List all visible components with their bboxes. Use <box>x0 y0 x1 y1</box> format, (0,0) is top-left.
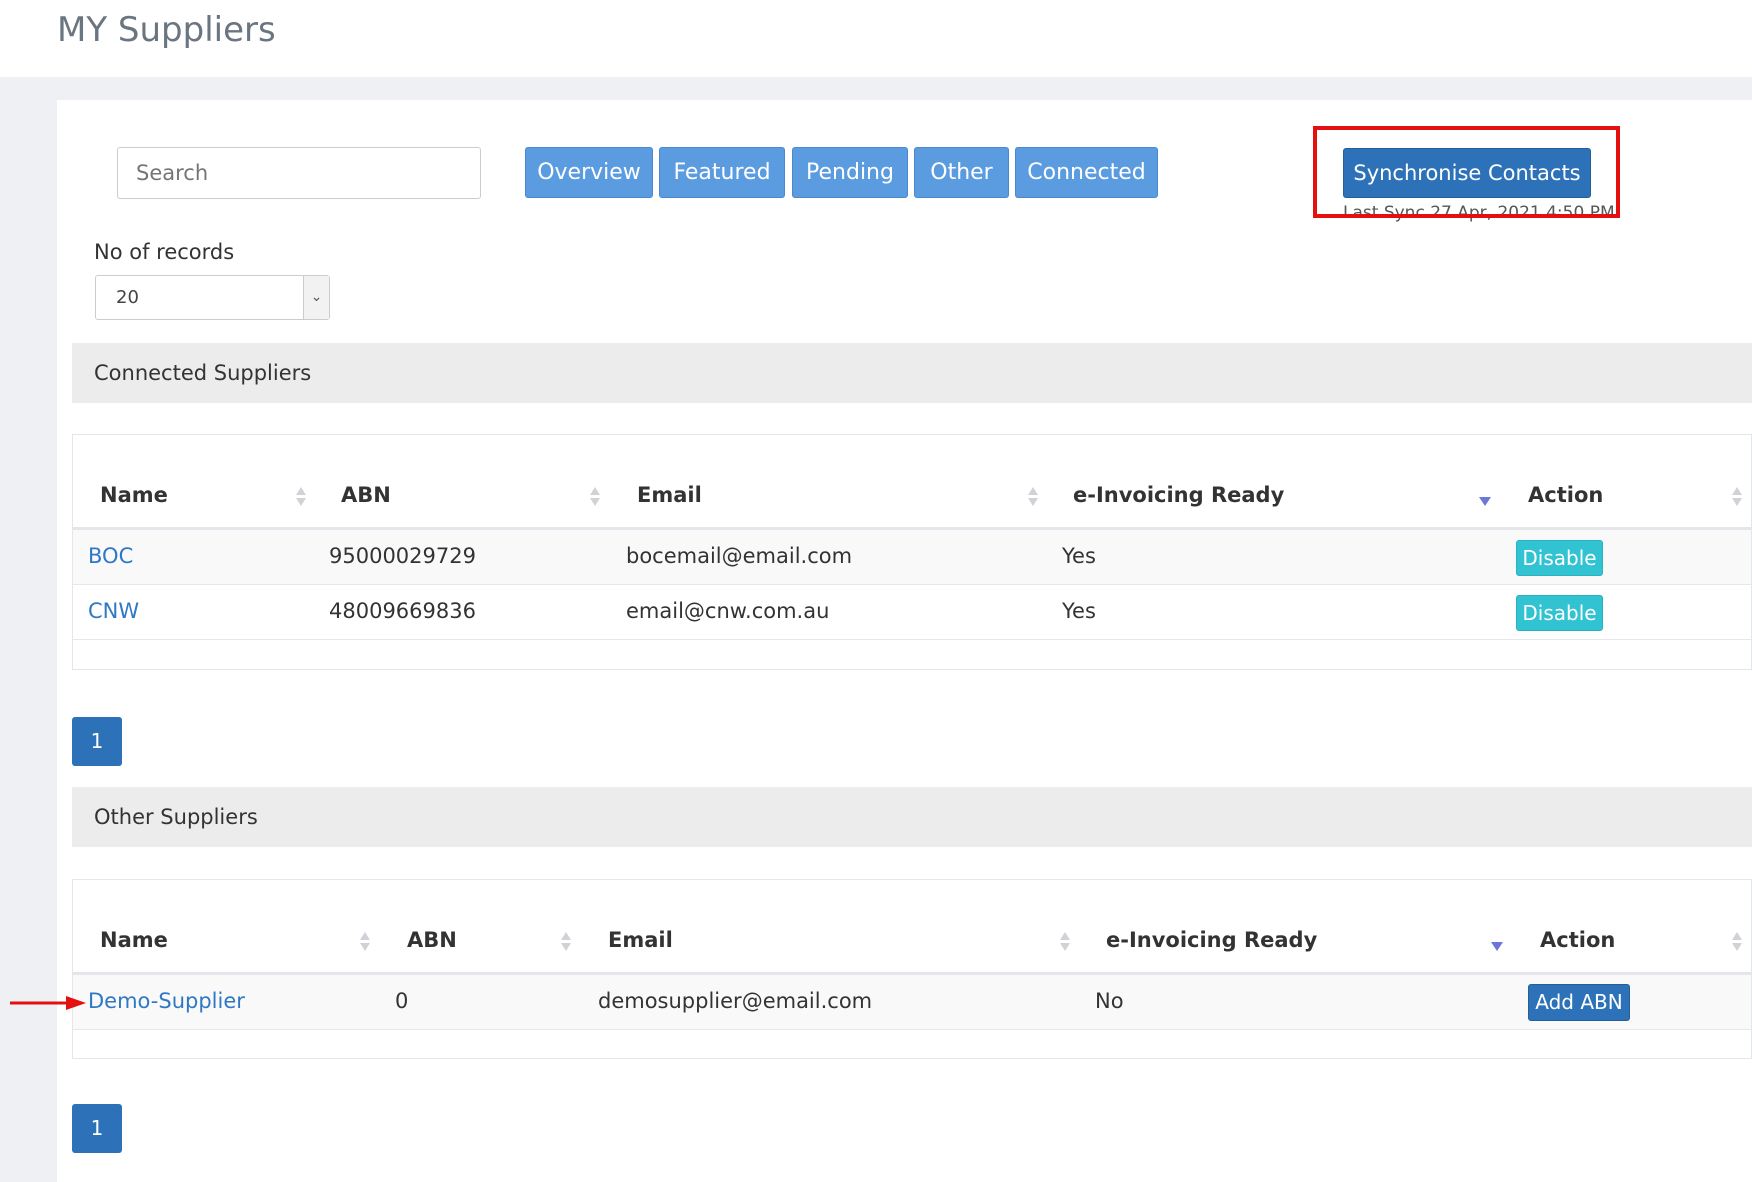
tab-pending[interactable]: Pending <box>792 147 908 198</box>
annotation-arrow-icon <box>10 996 86 1010</box>
supplier-name-link[interactable]: Demo-Supplier <box>88 989 245 1013</box>
records-select[interactable]: 20 ⌄ <box>95 275 330 320</box>
annotation-highlight-box <box>1313 126 1620 218</box>
sort-icon[interactable] <box>589 486 601 508</box>
pagination-page-button[interactable]: 1 <box>72 717 122 766</box>
column-header-name[interactable]: Name <box>100 483 168 507</box>
column-header-email[interactable]: Email <box>637 483 702 507</box>
sort-icon[interactable] <box>295 486 307 508</box>
sort-icon[interactable] <box>1731 486 1743 508</box>
einvoicing-cell: No <box>1095 989 1124 1013</box>
top-bar: MY Suppliers <box>0 0 1752 77</box>
other-suppliers-table: Name ABN Email e-Invoicing Ready Action … <box>72 879 1752 1059</box>
sort-icon[interactable] <box>1027 486 1039 508</box>
sort-desc-icon[interactable] <box>1479 497 1491 506</box>
disable-button[interactable]: Disable <box>1516 540 1603 576</box>
email-cell: bocemail@email.com <box>626 544 853 568</box>
tab-overview[interactable]: Overview <box>525 147 653 198</box>
add-abn-button[interactable]: Add ABN <box>1528 984 1630 1021</box>
tab-connected[interactable]: Connected <box>1015 147 1158 198</box>
pagination-page-button[interactable]: 1 <box>72 1104 122 1153</box>
search-input[interactable] <box>117 147 481 199</box>
sort-desc-icon[interactable] <box>1491 942 1503 951</box>
other-suppliers-header: Other Suppliers <box>72 787 1752 847</box>
page-title: MY Suppliers <box>57 10 276 50</box>
einvoicing-cell: Yes <box>1062 599 1096 623</box>
abn-cell: 95000029729 <box>329 544 476 568</box>
sort-icon[interactable] <box>1731 931 1743 953</box>
sort-icon[interactable] <box>560 931 572 953</box>
column-header-email[interactable]: Email <box>608 928 673 952</box>
sort-icon[interactable] <box>359 931 371 953</box>
supplier-name-link[interactable]: BOC <box>88 544 133 568</box>
tab-other[interactable]: Other <box>914 147 1009 198</box>
abn-cell: 48009669836 <box>329 599 476 623</box>
records-label: No of records <box>94 240 235 264</box>
connected-suppliers-header: Connected Suppliers <box>72 343 1752 403</box>
disable-button[interactable]: Disable <box>1516 595 1603 631</box>
supplier-name-link[interactable]: CNW <box>88 599 139 623</box>
connected-suppliers-table: Name ABN Email e-Invoicing Ready Action … <box>72 434 1752 670</box>
email-cell: demosupplier@email.com <box>598 989 873 1013</box>
chevron-down-icon[interactable]: ⌄ <box>303 276 329 319</box>
column-header-abn[interactable]: ABN <box>341 483 391 507</box>
sort-icon[interactable] <box>1059 931 1071 953</box>
einvoicing-cell: Yes <box>1062 544 1096 568</box>
tab-featured[interactable]: Featured <box>659 147 785 198</box>
abn-cell: 0 <box>395 989 409 1013</box>
records-value: 20 <box>116 287 139 308</box>
column-header-einvoicing[interactable]: e-Invoicing Ready <box>1073 483 1284 507</box>
email-cell: email@cnw.com.au <box>626 599 830 623</box>
column-header-action[interactable]: Action <box>1540 928 1615 952</box>
column-header-action[interactable]: Action <box>1528 483 1603 507</box>
column-header-name[interactable]: Name <box>100 928 168 952</box>
column-header-abn[interactable]: ABN <box>407 928 457 952</box>
column-header-einvoicing[interactable]: e-Invoicing Ready <box>1106 928 1317 952</box>
